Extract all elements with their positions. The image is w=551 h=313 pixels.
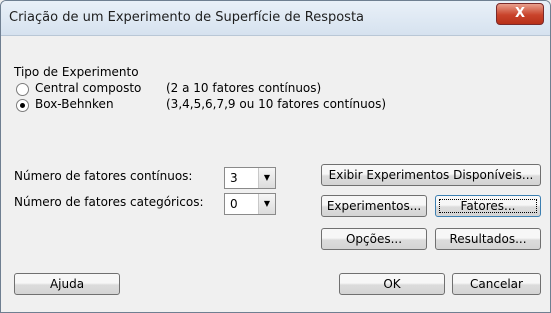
cancel-button[interactable]: Cancelar <box>452 273 541 295</box>
design-type-heading: Tipo de Experimento <box>14 65 139 79</box>
factors-button[interactable]: Fatores... <box>435 195 541 217</box>
close-button[interactable]: X <box>496 3 544 25</box>
options-button[interactable]: Opções... <box>321 228 427 250</box>
radio-central-composite[interactable] <box>16 83 29 96</box>
factors-button-label: Fatores... <box>460 199 516 213</box>
results-button[interactable]: Resultados... <box>435 228 541 250</box>
chevron-down-icon[interactable]: ▼ <box>258 194 275 214</box>
central-composite-note: (2 a 10 fatores contínuos) <box>166 81 322 95</box>
results-button-label: Resultados... <box>449 232 527 246</box>
chevron-down-icon[interactable]: ▼ <box>258 168 275 188</box>
ok-button[interactable]: OK <box>339 273 445 295</box>
help-button[interactable]: Ajuda <box>14 273 120 295</box>
continuous-factors-select[interactable]: 3 ▼ <box>224 167 276 189</box>
box-behnken-label[interactable]: Box-Behnken <box>35 97 114 111</box>
categorical-factors-value: 0 <box>230 197 238 211</box>
categorical-factors-label: Número de fatores categóricos: <box>14 195 204 209</box>
designs-button[interactable]: Experimentos... <box>321 195 427 217</box>
continuous-factors-value: 3 <box>230 171 238 185</box>
title-bar[interactable]: Criação de um Experimento de Superfície … <box>1 1 550 36</box>
ok-button-label: OK <box>383 277 401 291</box>
show-available-designs-button[interactable]: Exibir Experimentos Disponíveis... <box>321 164 541 186</box>
show-available-designs-label: Exibir Experimentos Disponíveis... <box>328 168 534 182</box>
close-icon: X <box>514 6 526 21</box>
dialog-window: Criação de um Experimento de Superfície … <box>0 0 551 313</box>
options-button-label: Opções... <box>345 232 403 246</box>
central-composite-label[interactable]: Central composto <box>35 81 141 95</box>
box-behnken-note: (3,4,5,6,7,9 ou 10 fatores contínuos) <box>166 97 387 111</box>
categorical-factors-select[interactable]: 0 ▼ <box>224 193 276 215</box>
cancel-button-label: Cancelar <box>470 277 523 291</box>
help-button-label: Ajuda <box>49 277 85 291</box>
designs-button-label: Experimentos... <box>326 199 422 213</box>
window-title: Criação de um Experimento de Superfície … <box>9 10 365 25</box>
radio-box-behnken[interactable] <box>16 99 29 112</box>
continuous-factors-label: Número de fatores contínuos: <box>14 169 193 183</box>
